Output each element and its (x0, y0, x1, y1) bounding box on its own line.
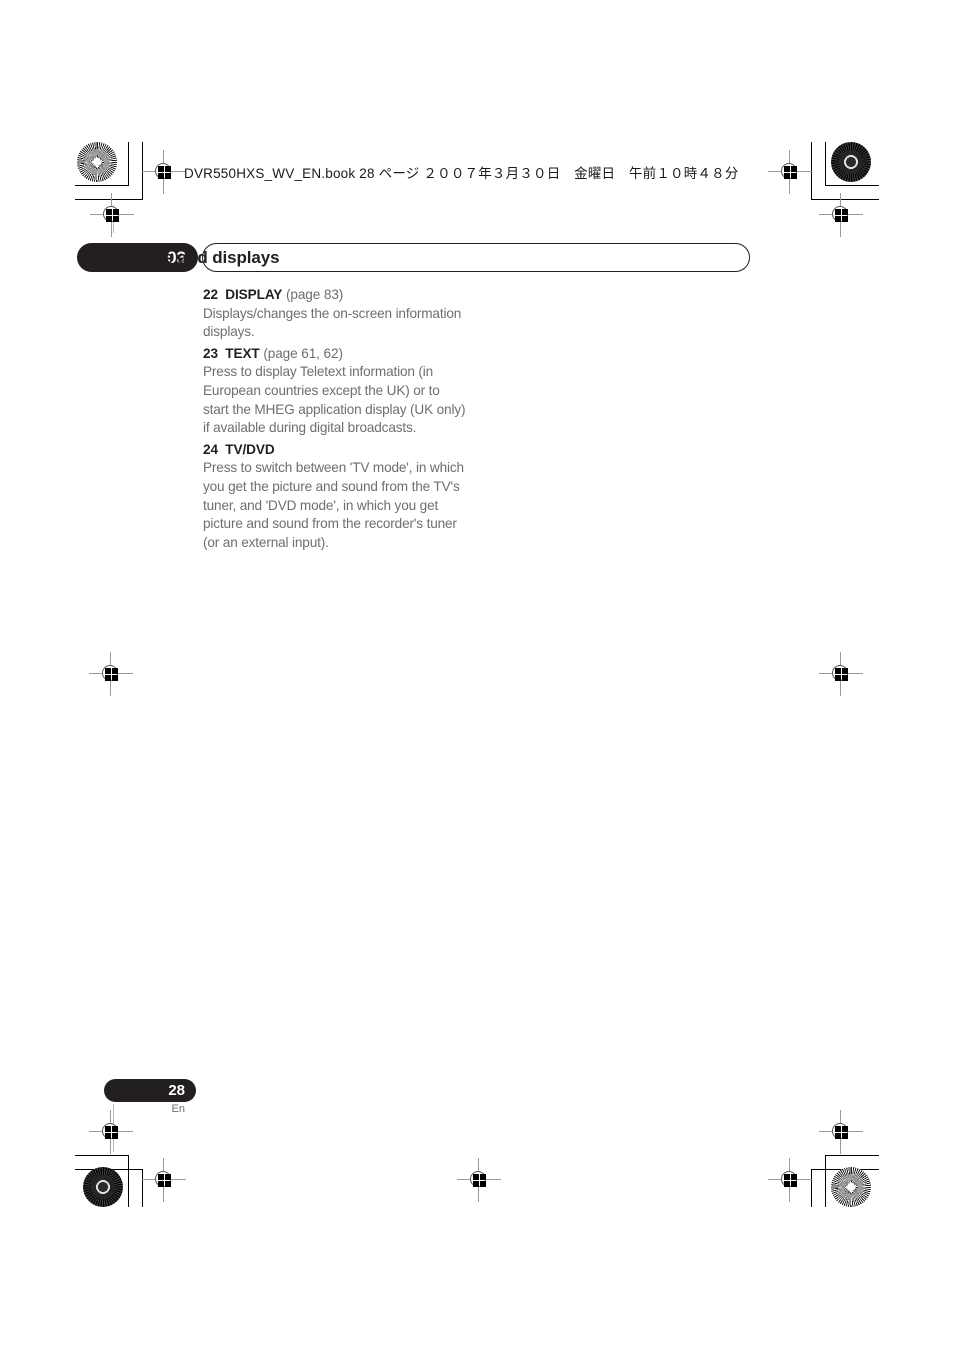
item-description: Press to display Teletext information (i… (203, 363, 475, 437)
list-item: 23 TEXT (page 61, 62) Press to display T… (203, 345, 475, 438)
item-name: DISPLAY (225, 287, 283, 302)
registration-crosshair-top-left (142, 150, 186, 194)
list-item: 22 DISPLAY (page 83) Displays/changes th… (203, 286, 475, 342)
chapter-title-pill (202, 243, 750, 272)
book-file-header: DVR550HXS_WV_EN.book 28 ページ ２００７年３月３０日 金… (184, 166, 739, 181)
crop-mark-top-left-outer-v (128, 142, 129, 186)
item-description-line: (or an external input). (203, 534, 329, 550)
item-description-line: Press to display Teletext information (i… (203, 364, 434, 380)
item-description-line: picture and sound from the recorder's tu… (203, 516, 457, 532)
crop-mark-bottom-right-outer-v (825, 1155, 826, 1207)
item-number: 24 (203, 441, 218, 457)
item-name: TV/DVD (225, 441, 275, 457)
item-description-line: European countries except the UK) or to (203, 382, 440, 398)
item-description: Press to switch between 'TV mode', in wh… (203, 459, 475, 552)
registration-crosshair-bottom-center (457, 1158, 501, 1202)
item-number: 22 (203, 287, 218, 302)
item-page-reference: (page 61, 62) (263, 345, 343, 361)
registration-crosshair-bottom-right (768, 1158, 812, 1202)
page-title: Controls and displays (104, 248, 280, 267)
list-item: 24 TV/DVD Press to switch between 'TV mo… (203, 441, 475, 553)
crop-mark-top-right-outer-v (825, 142, 826, 186)
item-description-line: you get the picture and sound from the T… (203, 478, 460, 494)
item-heading: 24 TV/DVD (203, 441, 475, 460)
crop-mark-bottom-left-outer-v (128, 1155, 129, 1207)
item-page-reference: (page 83) (285, 287, 344, 302)
item-description-line: Press to switch between 'TV mode', in wh… (203, 460, 464, 476)
crop-mark-top-left-outer-h (75, 185, 129, 186)
registration-crosshair-middle-left (89, 652, 133, 696)
control-list: 22 DISPLAY (page 83) Displays/changes th… (203, 286, 475, 555)
registration-crosshair-lower-right (819, 1110, 863, 1154)
page-number-badge: 28 (104, 1079, 196, 1102)
crop-mark-bottom-right-outer-h (825, 1155, 879, 1156)
item-description-line: start the MHEG application display (UK o… (203, 401, 466, 417)
item-name: TEXT (225, 345, 260, 361)
item-description-line: displays. (203, 324, 255, 340)
registration-crosshair-lower-left (89, 1110, 133, 1154)
crop-mark-top-right-outer-h (825, 185, 879, 186)
crop-mark-bottom-left-outer-h (75, 1155, 129, 1156)
registration-crosshair-middle-right (819, 652, 863, 696)
registration-crosshair-upper-left (90, 193, 134, 237)
item-heading: 23 TEXT (page 61, 62) (203, 345, 475, 364)
item-description-line: if available during digital broadcasts. (203, 420, 417, 436)
registration-rosette-bottom-left (83, 1167, 123, 1207)
registration-crosshair-top-right (768, 150, 812, 194)
registration-rosette-bottom-right (831, 1167, 871, 1207)
item-number: 23 (203, 345, 218, 361)
registration-crosshair-upper-right (819, 193, 863, 237)
registration-rosette-top-left (77, 142, 117, 182)
item-description-line: tuner, and 'DVD mode', in which you get (203, 497, 439, 513)
item-description-line: Displays/changes the on-screen informati… (203, 305, 462, 321)
item-description: Displays/changes the on-screen informati… (203, 305, 475, 342)
registration-crosshair-bottom-left (142, 1158, 186, 1202)
registration-rosette-top-right (831, 142, 871, 182)
page-language-label: En (171, 1103, 185, 1115)
item-heading: 22 DISPLAY (page 83) (203, 286, 475, 305)
